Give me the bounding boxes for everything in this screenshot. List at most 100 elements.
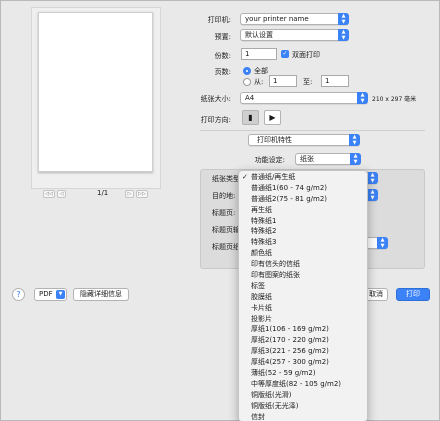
menu-item[interactable]: 特殊纸1 xyxy=(239,216,367,227)
menu-item-label: 铜版纸(光滑) xyxy=(251,390,292,399)
section-select[interactable]: 打印机特性 ▲ ▼ xyxy=(248,134,360,146)
feature-set-value: 纸张 xyxy=(300,155,314,163)
menu-item-label: 印有信头的信纸 xyxy=(251,260,300,269)
menu-item[interactable]: 卡片纸 xyxy=(239,303,367,314)
next-page-button[interactable]: ▷ xyxy=(125,190,134,198)
presets-select[interactable]: 默认设置 ▲ ▼ xyxy=(240,29,349,41)
paper-size-select[interactable]: A4 ▲ ▼ xyxy=(240,92,368,104)
presets-value: 默认设置 xyxy=(245,31,273,39)
last-page-button[interactable]: ▷▷ xyxy=(136,190,148,198)
menu-item-label: 普通纸1(60 - 74 g/m2) xyxy=(251,183,328,192)
menu-item-label: 厚纸4(257 - 300 g/m2) xyxy=(251,358,329,367)
menu-item-label: 标签 xyxy=(251,281,265,290)
feature-set-label: 功能设定: xyxy=(254,156,285,164)
section-divider xyxy=(200,130,425,131)
menu-item-label: 厚纸1(106 - 169 g/m2) xyxy=(251,325,329,334)
menu-item-label: 特殊纸1 xyxy=(251,216,277,225)
menu-item[interactable]: 再生纸 xyxy=(239,205,367,216)
pages-label: 页数: xyxy=(214,68,231,76)
menu-item[interactable]: ✓ 普通纸/再生纸 xyxy=(239,172,367,183)
menu-item-label: 厚纸2(170 - 220 g/m2) xyxy=(251,336,329,345)
menu-item[interactable]: 特殊纸2 xyxy=(239,226,367,237)
pages-all-radio[interactable] xyxy=(243,67,251,75)
menu-item[interactable]: 铜版纸(无光泽) xyxy=(239,401,367,412)
paper-dimensions: 210 x 297 毫米 xyxy=(372,96,417,103)
menu-item[interactable]: 信封 xyxy=(239,412,367,421)
menu-item[interactable]: 标签 xyxy=(239,281,367,292)
paper-type-menu-list: ✓ 普通纸/再生纸 普通纸1(60 - 74 g/m2) 普通纸2(75 - 81 g… xyxy=(239,172,367,421)
menu-item-label: 特殊纸2 xyxy=(251,227,277,236)
menu-item[interactable]: 厚纸2(170 - 220 g/m2) xyxy=(239,335,367,346)
copies-label: 份数: xyxy=(214,52,231,60)
printer-value: your printer name xyxy=(245,15,309,23)
menu-item[interactable]: 厚纸1(106 - 169 g/m2) xyxy=(239,324,367,335)
print-button[interactable]: 打印 xyxy=(396,288,430,301)
paper-type-label: 纸张类型 xyxy=(212,175,240,183)
duplex-label: 双面打印 xyxy=(292,51,320,59)
menu-item-label: 铜版纸(无光泽) xyxy=(251,401,299,410)
chevron-updown-icon: ▲ ▼ xyxy=(338,29,349,41)
paper-size-value: A4 xyxy=(245,94,255,102)
pages-to-label: 至: xyxy=(303,78,313,86)
menu-item-label: 再生纸 xyxy=(251,205,272,214)
chevron-updown-icon: ▲ ▼ xyxy=(338,13,349,25)
title-page-label: 标题页: xyxy=(212,209,236,217)
portrait-icon: ▮ xyxy=(248,113,253,122)
menu-item[interactable]: 普通纸2(75 - 81 g/m2) xyxy=(239,194,367,205)
chevron-updown-icon: ▲ ▼ xyxy=(350,153,361,165)
chevron-updown-icon: ▲ ▼ xyxy=(367,172,378,184)
menu-item[interactable]: 普通纸1(60 - 74 g/m2) xyxy=(239,183,367,194)
menu-item-label: 普通纸2(75 - 81 g/m2) xyxy=(251,194,328,203)
feature-set-select[interactable]: 纸张 ▲ ▼ xyxy=(295,153,361,165)
menu-item[interactable]: 特殊纸3 xyxy=(239,237,367,248)
menu-item[interactable]: 厚纸4(257 - 300 g/m2) xyxy=(239,357,367,368)
paper-type-menu: ✓ 普通纸/再生纸 普通纸1(60 - 74 g/m2) 普通纸2(75 - 81 g… xyxy=(238,170,368,421)
pages-from-label: 从: xyxy=(254,78,264,86)
menu-item[interactable]: 投影片 xyxy=(239,314,367,325)
printer-label: 打印机: xyxy=(207,16,231,24)
print-dialog: ◁◁ ◁ 1/1 ▷ ▷▷ 打印机: your printer name ▲ ▼ … xyxy=(0,0,440,421)
copies-field[interactable]: 1 xyxy=(241,48,277,60)
previous-page-button[interactable]: ◁ xyxy=(57,190,66,198)
chevron-updown-icon: ▲ ▼ xyxy=(349,134,360,146)
hide-details-button[interactable]: 隐藏详细信息 xyxy=(73,288,129,301)
menu-item-label: 颜色纸 xyxy=(251,249,272,258)
menu-item-label: 印有图案的纸张 xyxy=(251,271,300,280)
duplex-checkbox[interactable]: ✓ xyxy=(281,50,289,58)
menu-item[interactable]: 铜版纸(光滑) xyxy=(239,390,367,401)
pdf-menu-button[interactable]: PDF ▼ xyxy=(34,288,67,301)
help-button[interactable]: ? xyxy=(12,288,25,301)
menu-item-label: 信封 xyxy=(251,412,265,421)
checkmark-icon: ✓ xyxy=(242,173,248,181)
menu-item[interactable]: 胶膜纸 xyxy=(239,292,367,303)
pages-range-radio[interactable] xyxy=(243,78,251,86)
portrait-orientation-button[interactable]: ▮ xyxy=(242,110,259,125)
menu-item[interactable]: 中等厚度纸(82 - 105 g/m2) xyxy=(239,379,367,390)
first-page-button[interactable]: ◁◁ xyxy=(43,190,55,198)
presets-label: 预置: xyxy=(214,33,231,41)
landscape-icon: ▶ xyxy=(269,113,276,122)
menu-item[interactable]: 厚纸3(221 - 256 g/m2) xyxy=(239,346,367,357)
menu-item-label: 卡片纸 xyxy=(251,303,272,312)
menu-item-label: 薄纸(52 - 59 g/m2) xyxy=(251,369,316,378)
chevron-updown-icon: ▲ ▼ xyxy=(377,237,388,249)
landscape-orientation-button[interactable]: ▶ xyxy=(264,110,281,125)
menu-item-label: 厚纸3(221 - 256 g/m2) xyxy=(251,347,329,356)
menu-item[interactable]: 颜色纸 xyxy=(239,248,367,259)
printer-select[interactable]: your printer name ▲ ▼ xyxy=(240,13,349,25)
menu-item-label: 投影片 xyxy=(251,314,272,323)
chevron-updown-icon: ▲ ▼ xyxy=(367,189,378,201)
menu-item-label: 中等厚度纸(82 - 105 g/m2) xyxy=(251,379,342,388)
title-page-type-label: 标题页纸 xyxy=(212,243,240,251)
preview-page xyxy=(38,12,153,172)
menu-item-label: 胶膜纸 xyxy=(251,292,272,301)
pages-to-field[interactable]: 1 xyxy=(321,75,349,87)
pdf-label: PDF xyxy=(39,290,53,298)
menu-item[interactable]: 薄纸(52 - 59 g/m2) xyxy=(239,368,367,379)
pages-all-label: 全部 xyxy=(254,67,268,75)
pages-from-field[interactable]: 1 xyxy=(269,75,297,87)
chevron-down-icon: ▼ xyxy=(56,290,65,299)
menu-item[interactable]: 印有信头的信纸 xyxy=(239,259,367,270)
destination-label: 目的地: xyxy=(212,192,236,200)
menu-item[interactable]: 印有图案的纸张 xyxy=(239,270,367,281)
